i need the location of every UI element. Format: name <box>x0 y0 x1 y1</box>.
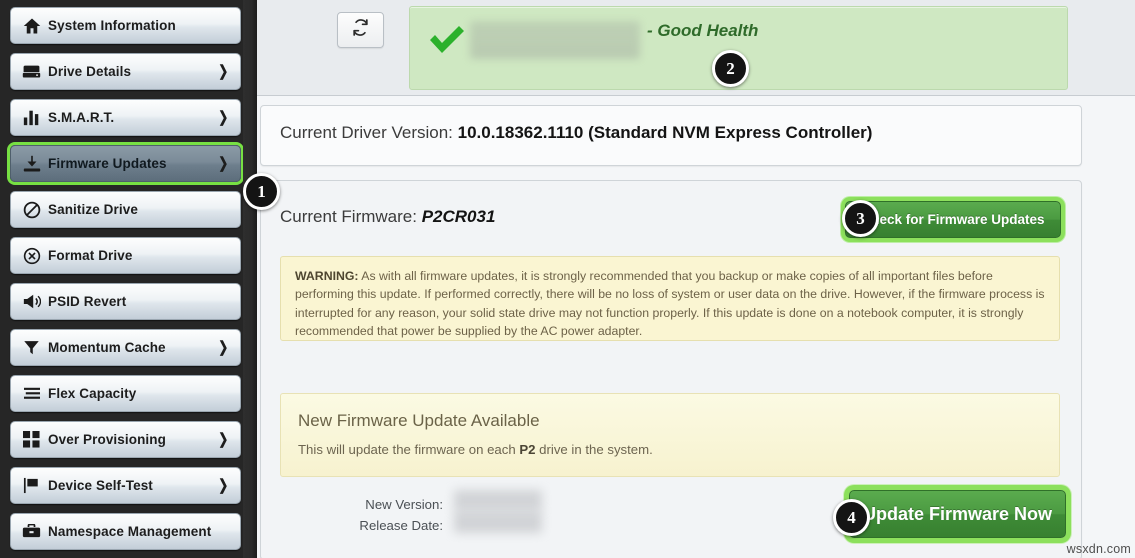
sidebar-item-label: S.M.A.R.T. <box>48 110 115 125</box>
sidebar-item-label: PSID Revert <box>48 294 127 309</box>
callout-badge-4: 4 <box>833 499 870 536</box>
sidebar-edge-shadow <box>243 0 257 558</box>
home-icon <box>22 16 41 35</box>
sidebar-item-system-information[interactable]: System Information <box>10 7 241 44</box>
sidebar-item-label: Momentum Cache <box>48 340 166 355</box>
update-firmware-now-button[interactable]: Update Firmware Now <box>849 490 1066 538</box>
current-firmware-value: P2CR031 <box>421 207 496 226</box>
green-check-icon <box>428 25 466 60</box>
watermark: wsxdn.com <box>1066 542 1131 556</box>
callout-badge-1: 1 <box>243 173 280 210</box>
sidebar-item-label: Device Self-Test <box>48 478 153 493</box>
sidebar-item-s-m-a-r-t[interactable]: S.M.A.R.T. ❯ <box>10 99 241 136</box>
health-status-text: - Good Health <box>647 21 759 40</box>
top-bar: - Good Health <box>257 0 1135 96</box>
driver-version-value: 10.0.18362.1110 (Standard NVM Express Co… <box>457 123 873 142</box>
hard-drive-icon <box>22 62 41 81</box>
firmware-warning-text: WARNING: As with all firmware updates, i… <box>295 267 1045 340</box>
sidebar-item-sanitize-drive[interactable]: Sanitize Drive <box>10 191 241 228</box>
chevron-right-icon: ❯ <box>218 155 229 172</box>
refresh-icon <box>351 18 370 42</box>
sidebar-item-flex-capacity[interactable]: Flex Capacity <box>10 375 241 412</box>
download-icon <box>22 154 41 173</box>
new-firmware-subtitle-pre: This will update the firmware on each <box>298 442 520 457</box>
current-firmware-label: Current Firmware: <box>280 207 422 226</box>
chevron-right-icon: ❯ <box>218 339 229 356</box>
flag-icon <box>22 476 41 495</box>
sidebar-item-firmware-updates[interactable]: Firmware Updates ❯ <box>10 145 241 182</box>
callout-badge-2: 2 <box>712 50 749 87</box>
new-firmware-title: New Firmware Update Available <box>298 411 540 430</box>
grid-squares-icon <box>22 430 41 449</box>
new-version-label: New Version: <box>365 497 443 512</box>
bar-chart-icon <box>22 108 41 127</box>
firmware-panel: Current Firmware: P2CR031 Check for Firm… <box>260 180 1082 558</box>
chevron-right-icon: ❯ <box>218 431 229 448</box>
drive-name-redacted <box>470 21 640 59</box>
sidebar-item-momentum-cache[interactable]: Momentum Cache ❯ <box>10 329 241 366</box>
callout-badge-3: 3 <box>842 200 879 237</box>
new-firmware-subtitle: This will update the firmware on each P2… <box>298 442 653 457</box>
sidebar-item-label: Namespace Management <box>48 524 212 539</box>
new-firmware-drive-model: P2 <box>519 442 536 457</box>
sidebar: System Information Drive Details ❯ S.M.A.R.… <box>0 0 257 558</box>
briefcase-icon <box>22 522 41 541</box>
sidebar-item-label: System Information <box>48 18 176 33</box>
circle-x-icon <box>22 246 41 265</box>
driver-version-panel: Current Driver Version: 10.0.18362.1110 … <box>260 105 1082 166</box>
funnel-icon <box>22 338 41 357</box>
chevron-right-icon: ❯ <box>218 477 229 494</box>
sidebar-item-label: Sanitize Drive <box>48 202 138 217</box>
new-firmware-subtitle-post: drive in the system. <box>535 442 653 457</box>
warning-prefix: WARNING: <box>295 269 359 283</box>
sidebar-item-drive-details[interactable]: Drive Details ❯ <box>10 53 241 90</box>
chevron-right-icon: ❯ <box>218 63 229 80</box>
sidebar-item-label: Flex Capacity <box>48 386 137 401</box>
sidebar-item-label: Format Drive <box>48 248 133 263</box>
sidebar-item-label: Firmware Updates <box>48 156 167 171</box>
sidebar-item-psid-revert[interactable]: PSID Revert <box>10 283 241 320</box>
chevron-right-icon: ❯ <box>218 109 229 126</box>
firmware-warning-box: WARNING: As with all firmware updates, i… <box>280 256 1060 341</box>
main-content: - Good Health Current Driver Version: 10… <box>257 0 1135 558</box>
app-window: System Information Drive Details ❯ S.M.A.R.… <box>0 0 1135 558</box>
new-firmware-available-box: New Firmware Update Available This will … <box>280 393 1060 477</box>
check-for-firmware-updates-label: Check for Firmware Updates <box>861 212 1045 227</box>
sidebar-item-label: Over Provisioning <box>48 432 166 447</box>
sidebar-item-label: Drive Details <box>48 64 132 79</box>
sidebar-item-over-provisioning[interactable]: Over Provisioning ❯ <box>10 421 241 458</box>
prohibition-icon <box>22 200 41 219</box>
driver-version-label: Current Driver Version: <box>280 123 458 142</box>
release-date-value-redacted <box>454 511 542 533</box>
megaphone-icon <box>22 292 41 311</box>
list-lines-icon <box>22 384 41 403</box>
driver-version-line: Current Driver Version: 10.0.18362.1110 … <box>280 123 872 143</box>
refresh-button[interactable] <box>337 12 384 48</box>
sidebar-item-format-drive[interactable]: Format Drive <box>10 237 241 274</box>
new-version-value-redacted <box>454 490 542 510</box>
update-firmware-now-label: Update Firmware Now <box>862 503 1053 524</box>
warning-body: As with all firmware updates, it is stro… <box>295 269 1045 338</box>
current-firmware-line: Current Firmware: P2CR031 <box>280 207 495 227</box>
sidebar-item-device-self-test[interactable]: Device Self-Test ❯ <box>10 467 241 504</box>
sidebar-item-namespace-management[interactable]: Namespace Management <box>10 513 241 550</box>
release-date-label: Release Date: <box>359 518 443 533</box>
